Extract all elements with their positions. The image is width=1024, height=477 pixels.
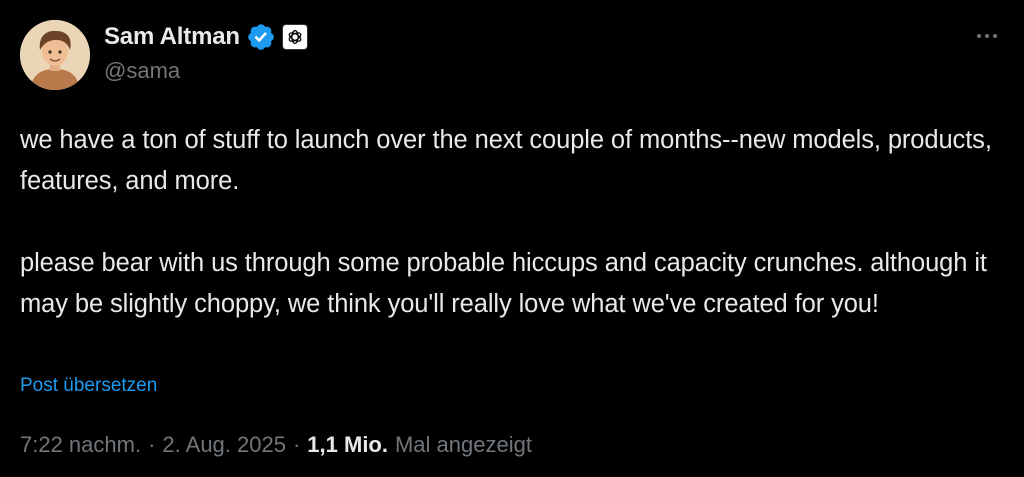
openai-logo-icon[interactable]: [281, 24, 308, 50]
translate-post-link[interactable]: Post übersetzen: [20, 375, 157, 397]
author-name-row: Sam Altman: [104, 20, 308, 54]
avatar-illustration: [20, 20, 90, 90]
meta-separator: ·: [292, 432, 301, 457]
tweet-meta: 7:22 nachm. · 2. Aug. 2025 · 1,1 Mio. Ma…: [20, 432, 532, 458]
author-display-name[interactable]: Sam Altman: [104, 23, 240, 51]
more-horizontal-icon-dot: [985, 34, 989, 38]
tweet-text: we have a ton of stuff to launch over th…: [20, 120, 1000, 325]
more-options-button[interactable]: [972, 26, 1002, 46]
tweet-time[interactable]: 7:22 nachm.: [20, 432, 141, 458]
more-horizontal-icon-dot: [993, 34, 997, 38]
meta-separator: ·: [148, 432, 156, 457]
tweet-paragraph: please bear with us through some probabl…: [20, 249, 987, 318]
verified-badge-icon[interactable]: [246, 22, 276, 52]
author-handle[interactable]: @sama: [104, 58, 180, 84]
tweet-paragraph: we have a ton of stuff to launch over th…: [20, 126, 992, 195]
avatar[interactable]: [20, 20, 90, 90]
views-label: Mal angezeigt: [394, 432, 532, 457]
more-horizontal-icon: [977, 34, 981, 38]
tweet-date[interactable]: 2. Aug. 2025: [162, 432, 286, 458]
views-count[interactable]: 1,1 Mio.: [307, 432, 388, 458]
tweet-card: Sam Altman @sama we have a ton of stuff …: [0, 0, 1024, 477]
